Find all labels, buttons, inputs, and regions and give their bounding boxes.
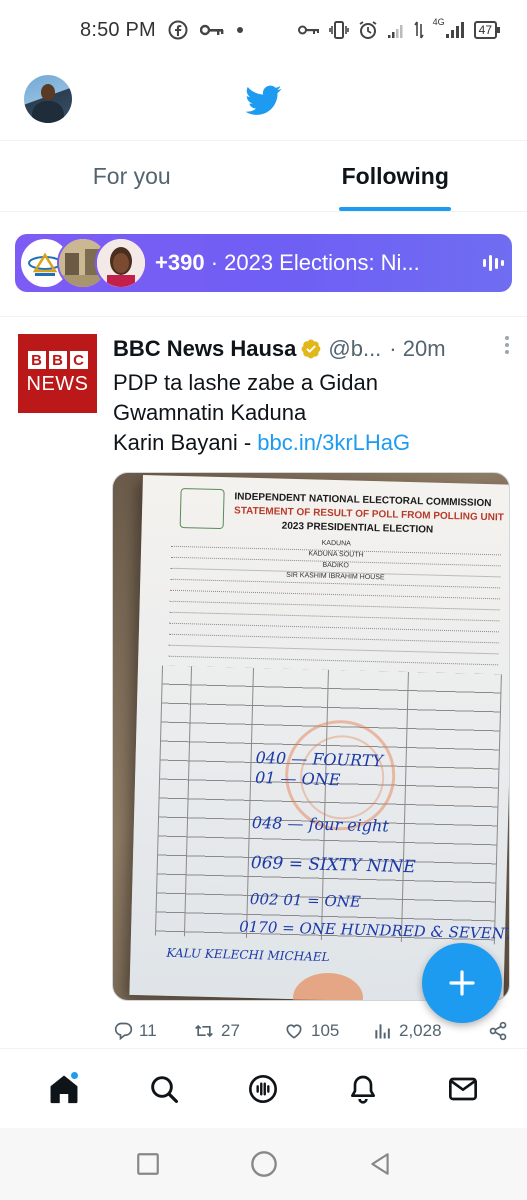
nav-home[interactable] [34, 1059, 94, 1119]
tweet-timestamp: · 20m [389, 336, 446, 361]
nav-spaces[interactable] [233, 1059, 293, 1119]
bbc-news-avatar[interactable]: B B C NEWS [18, 334, 97, 413]
network-type-label: 4G [432, 16, 445, 27]
like-button[interactable]: 105 [283, 1021, 373, 1041]
verified-badge-icon [301, 339, 321, 359]
bbc-logo-letter: B [27, 351, 46, 369]
status-time: 8:50 PM [80, 18, 156, 41]
twitter-bird-icon[interactable] [246, 82, 282, 118]
notifications-icon [351, 1075, 376, 1104]
vibrate-icon [328, 20, 349, 40]
tab-for-you-label: For you [92, 162, 171, 189]
handwritten-entry: 040 — FOURTY [255, 748, 384, 771]
views-button[interactable]: 2,028 [373, 1021, 483, 1041]
home-button-icon[interactable] [250, 1150, 278, 1178]
result-sheet-photo: INDEPENDENT NATIONAL ELECTORAL COMMISSIO… [129, 475, 509, 1000]
tweet-media-image[interactable]: INDEPENDENT NATIONAL ELECTORAL COMMISSIO… [112, 472, 510, 1001]
spaces-icon [249, 1074, 278, 1103]
battery-indicator: 47 [473, 21, 501, 39]
doc-lga: KADUNA SOUTH [308, 550, 364, 559]
tweet-text-line: Karin Bayani - [113, 430, 258, 455]
tweet-link[interactable]: bbc.in/3krLHaG [257, 430, 410, 455]
share-button[interactable] [488, 1021, 508, 1041]
compose-tweet-button[interactable] [422, 943, 502, 1023]
timeline-tabs: For you Following [0, 140, 527, 212]
doc-meta: KADUNA KADUNA SOUTH BADIKO SIR KASHIM IB… [168, 535, 502, 666]
live-spaces-pill[interactable]: +390 · 2023 Elections: Ni... [15, 234, 512, 292]
bbc-logo-letter: B [48, 351, 67, 369]
tweet-text: PDP ta lashe zabe a Gidan Gwamnatin Kadu… [113, 368, 513, 458]
inec-emblem [179, 487, 225, 530]
nav-notifications[interactable] [333, 1059, 393, 1119]
doc-state: KADUNA [321, 539, 351, 548]
search-icon [150, 1075, 178, 1103]
more-notifications-dot-icon [236, 26, 244, 34]
nav-search[interactable] [134, 1059, 194, 1119]
retweet-count: 27 [221, 1021, 240, 1040]
handwritten-entry: KALU KELECHI MICHAEL [166, 945, 330, 965]
signal-4g-icon: 4G [432, 16, 465, 39]
back-icon[interactable] [367, 1151, 393, 1177]
tweet-header: BBC News Hausa @b... · 20m [113, 336, 513, 362]
handwritten-entry: 069 = SIXTY NINE [250, 852, 416, 878]
share-icon [489, 1021, 507, 1041]
handwritten-entry: 002 01 = ONE [249, 889, 362, 911]
spaces-title-text: · 2023 Elections: Ni... [210, 250, 420, 275]
author-name[interactable]: BBC News Hausa [113, 336, 296, 362]
retweet-button[interactable]: 27 [193, 1021, 283, 1041]
data-arrows-icon [413, 20, 424, 40]
status-bar: 8:50 PM 4G 47 [0, 0, 527, 60]
bottom-navigation [0, 1048, 527, 1128]
facebook-notification-icon [168, 20, 188, 40]
tab-following[interactable]: Following [264, 141, 527, 211]
app-header [0, 60, 527, 140]
home-new-content-dot [69, 1070, 79, 1080]
timeline-divider [0, 316, 527, 317]
views-chart-icon [375, 1024, 390, 1039]
nav-messages[interactable] [433, 1059, 493, 1119]
doc-ward: BADIKO [322, 561, 350, 570]
plus-icon [449, 970, 475, 996]
alarm-icon [358, 20, 378, 40]
bbc-logo-word: NEWS [26, 373, 89, 395]
like-count: 105 [311, 1021, 340, 1040]
key-icon [199, 23, 224, 37]
spaces-speaker-avatar [95, 237, 147, 289]
heart-icon [286, 1024, 302, 1039]
doc-title-3: 2023 PRESIDENTIAL ELECTION [281, 520, 434, 536]
reply-icon [114, 1022, 133, 1041]
bbc-logo-letter: C [69, 351, 88, 369]
messages-icon [449, 1077, 478, 1100]
audio-equalizer-icon [483, 255, 504, 271]
spaces-title: +390 · 2023 Elections: Ni... [155, 250, 473, 276]
tweet-text-line: PDP ta lashe zabe a Gidan [113, 370, 378, 395]
tweet-text-line: Gwamnatin Kaduna [113, 400, 307, 425]
tab-following-label: Following [341, 162, 449, 189]
reply-button[interactable]: 11 [113, 1021, 193, 1041]
handwritten-entry: 01 — ONE [254, 768, 341, 790]
more-options-icon[interactable] [505, 336, 511, 357]
android-system-nav [0, 1128, 527, 1200]
view-count: 2,028 [399, 1021, 442, 1040]
retweet-icon [195, 1024, 213, 1038]
handwritten-entry: 048 — four eight [251, 812, 390, 836]
profile-avatar[interactable] [24, 75, 72, 123]
reply-count: 11 [139, 1021, 157, 1040]
recent-apps-icon[interactable] [135, 1151, 161, 1177]
author-handle[interactable]: @b... [328, 336, 381, 362]
active-tab-indicator [339, 207, 452, 211]
vpn-key-icon [297, 24, 320, 36]
tab-for-you[interactable]: For you [0, 141, 264, 211]
spaces-listener-count: +390 [155, 250, 205, 275]
signal-weak-icon [387, 21, 405, 39]
spaces-avatars [19, 237, 147, 289]
